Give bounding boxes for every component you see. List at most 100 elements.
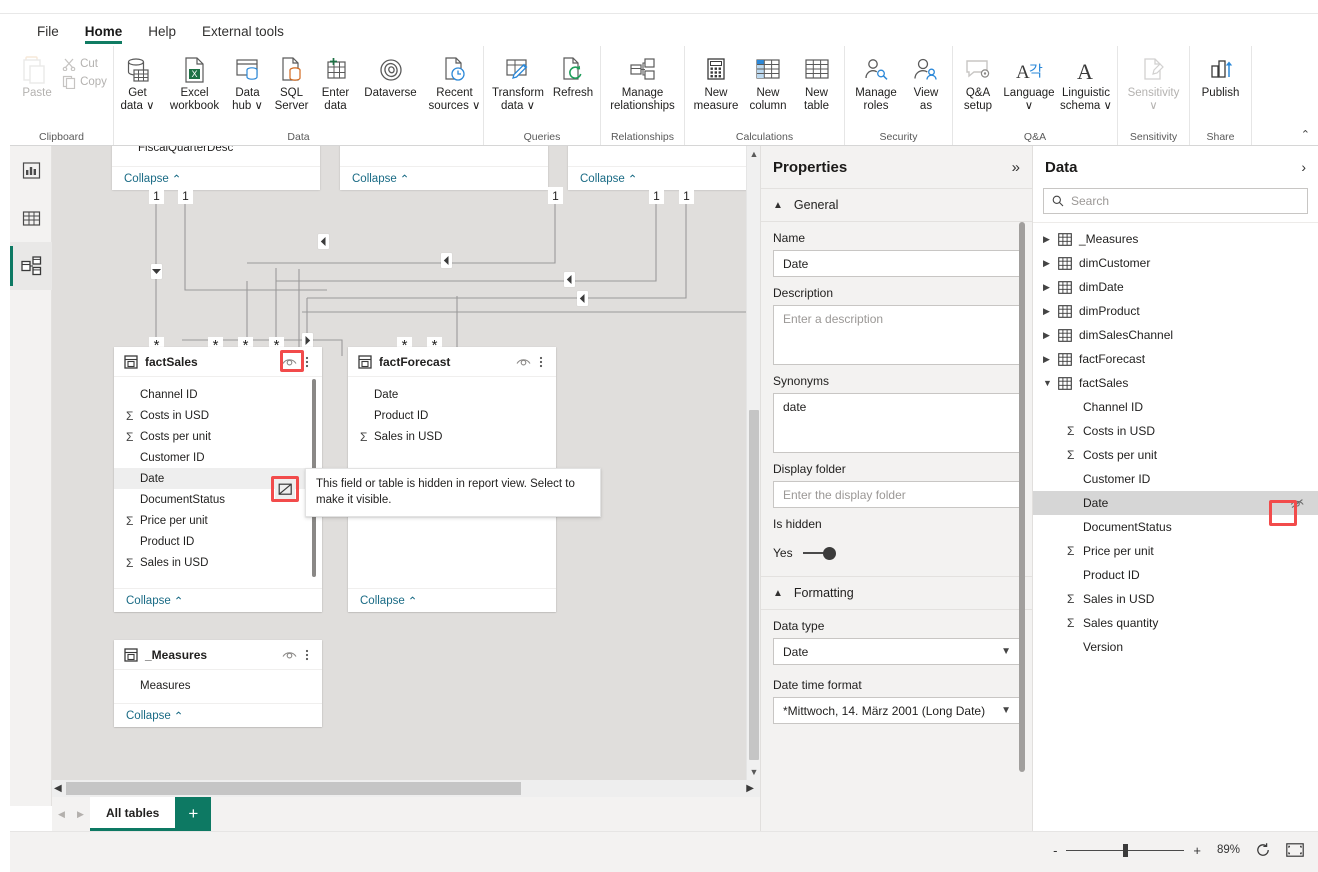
chevron-right-icon[interactable]: ▶: [1043, 282, 1058, 293]
ribbon-tab-home[interactable]: Home: [72, 20, 136, 46]
linguistic-schema-button[interactable]: A Linguistic schema ∨: [1057, 51, 1115, 113]
enter-data-button[interactable]: Enter data: [314, 51, 358, 113]
field-row[interactable]: Measures: [114, 675, 322, 696]
paste-button[interactable]: Paste: [14, 51, 60, 100]
data-table-dimdate[interactable]: ▶ dimDate: [1033, 275, 1318, 299]
transform-data-button[interactable]: Transform data ∨: [487, 51, 549, 113]
data-field-row[interactable]: Σ Costs per unit: [1033, 443, 1318, 467]
new-column-button[interactable]: New column: [743, 51, 794, 113]
canvas-scroll-up-arrow[interactable]: ▲: [747, 146, 761, 162]
refresh-button[interactable]: Refresh: [549, 51, 597, 100]
input-display-folder[interactable]: Enter the display folder: [773, 481, 1021, 508]
chevron-right-icon[interactable]: ▶: [1043, 354, 1058, 365]
is-hidden-toggle[interactable]: [802, 546, 836, 560]
factsales-hidden-eye-icon[interactable]: [280, 356, 298, 368]
table-card-measures[interactable]: _Measures Measures Collapse ⌃: [114, 640, 322, 727]
canvas-scroll-down-arrow[interactable]: ▼: [747, 764, 761, 780]
qa-setup-button[interactable]: Q&A setup: [955, 51, 1001, 113]
canvas-vertical-scrollbar[interactable]: ▲ ▼: [746, 146, 760, 780]
fit-to-screen-icon[interactable]: [1286, 843, 1304, 857]
ribbon-tab-help[interactable]: Help: [135, 20, 189, 46]
collapse-link-2[interactable]: Collapse ⌃: [340, 166, 548, 190]
rail-model-view[interactable]: [10, 242, 52, 290]
sensitivity-button[interactable]: Sensitivity ∨: [1123, 51, 1185, 113]
tab-all-tables[interactable]: All tables: [90, 797, 176, 831]
data-field-row[interactable]: DocumentStatus: [1033, 515, 1318, 539]
ribbon-tab-external-tools[interactable]: External tools: [189, 20, 297, 46]
table-card-partial-1[interactable]: FiscalQuarterDesc Collapse ⌃: [112, 146, 320, 190]
input-description[interactable]: Enter a description: [773, 305, 1021, 365]
zoom-out-button[interactable]: -: [1053, 843, 1057, 858]
get-data-button[interactable]: Get data ∨: [112, 51, 164, 113]
date-field-hidden-eye-icon[interactable]: [275, 479, 295, 499]
data-table-measures[interactable]: ▶ _Measures: [1033, 227, 1318, 251]
reset-zoom-icon[interactable]: [1255, 842, 1271, 858]
copy-button[interactable]: Copy: [60, 73, 109, 91]
dataverse-button[interactable]: Dataverse: [358, 51, 424, 100]
add-page-button[interactable]: +: [175, 797, 212, 831]
data-field-row[interactable]: Version: [1033, 635, 1318, 659]
properties-scrollbar[interactable]: [1019, 198, 1025, 823]
canvas-scroll-right-arrow[interactable]: ▶: [746, 783, 754, 794]
factsales-more-options-icon[interactable]: [298, 355, 316, 369]
factforecast-collapse[interactable]: Collapse ⌃: [348, 588, 556, 612]
tab-next-arrow[interactable]: ▶: [71, 797, 90, 831]
properties-section-general[interactable]: ▲ General: [761, 188, 1033, 222]
data-table-dimcustomer[interactable]: ▶ dimCustomer: [1033, 251, 1318, 275]
manage-relationships-button[interactable]: Manage relationships: [605, 51, 681, 113]
factsales-collapse[interactable]: Collapse ⌃: [114, 588, 322, 612]
is-hidden-toggle-row[interactable]: Yes: [761, 540, 1033, 560]
ribbon-tab-file[interactable]: File: [24, 20, 72, 46]
factforecast-hidden-eye-icon[interactable]: [514, 356, 532, 368]
rail-table-view[interactable]: [10, 194, 52, 242]
data-field-row[interactable]: Σ Price per unit: [1033, 539, 1318, 563]
field-row[interactable]: Channel ID: [114, 384, 322, 405]
data-field-row[interactable]: Customer ID: [1033, 467, 1318, 491]
properties-section-formatting[interactable]: ▲ Formatting: [761, 576, 1033, 610]
select-date-format[interactable]: *Mittwoch, 14. März 2001 (Long Date) ▼: [773, 697, 1021, 724]
data-table-factsales[interactable]: ▼ factSales: [1033, 371, 1318, 395]
measures-header[interactable]: _Measures: [114, 640, 322, 670]
canvas-horizontal-scrollbar[interactable]: ◀ ▶: [52, 780, 760, 797]
excel-workbook-button[interactable]: X Excel workbook: [164, 51, 226, 113]
zoom-slider[interactable]: [1066, 843, 1185, 857]
data-field-row[interactable]: Σ Sales quantity: [1033, 611, 1318, 635]
data-field-row[interactable]: Product ID: [1033, 563, 1318, 587]
collapse-link-1[interactable]: Collapse ⌃: [112, 166, 320, 190]
publish-button[interactable]: Publish: [1194, 51, 1248, 100]
select-data-type[interactable]: Date ▼: [773, 638, 1021, 665]
measures-hidden-eye-icon[interactable]: [280, 649, 298, 661]
zoom-in-button[interactable]: +: [1193, 843, 1201, 858]
data-table-dimproduct[interactable]: ▶ dimProduct: [1033, 299, 1318, 323]
factforecast-more-options-icon[interactable]: [532, 355, 550, 369]
canvas-scroll-left-arrow[interactable]: ◀: [54, 783, 62, 794]
recent-sources-button[interactable]: Recent sources ∨: [424, 51, 486, 113]
view-as-button[interactable]: View as: [904, 51, 949, 113]
rail-report-view[interactable]: [10, 146, 52, 194]
properties-collapse-button[interactable]: »: [1012, 159, 1020, 176]
measures-more-options-icon[interactable]: [298, 648, 316, 662]
canvas-hscroll-thumb[interactable]: [66, 782, 521, 795]
field-row[interactable]: Σ Costs per unit: [114, 426, 322, 447]
data-hub-button[interactable]: Data hub ∨: [226, 51, 270, 113]
new-table-button[interactable]: New table: [794, 51, 840, 113]
chevron-right-icon[interactable]: ▶: [1043, 258, 1058, 269]
zoom-thumb[interactable]: [1123, 843, 1129, 857]
measures-collapse[interactable]: Collapse ⌃: [114, 703, 322, 727]
input-name[interactable]: Date: [773, 250, 1021, 277]
properties-scroll-thumb[interactable]: [1019, 222, 1025, 772]
data-pane-collapse-button[interactable]: ›: [1301, 159, 1306, 175]
field-row[interactable]: Σ Sales in USD: [114, 552, 322, 573]
ribbon-collapse-button[interactable]: ⌃: [1301, 128, 1310, 141]
new-measure-button[interactable]: New measure: [690, 51, 743, 113]
data-field-row[interactable]: Σ Sales in USD: [1033, 587, 1318, 611]
data-field-row-date-selected[interactable]: Date: [1033, 491, 1318, 515]
field-row[interactable]: Σ Price per unit: [114, 510, 322, 531]
chevron-right-icon[interactable]: ▶: [1043, 306, 1058, 317]
factsales-header[interactable]: factSales: [114, 347, 322, 377]
factforecast-header[interactable]: factForecast: [348, 347, 556, 377]
sql-server-button[interactable]: SQL Server: [270, 51, 314, 113]
field-row[interactable]: Σ Sales in USD: [348, 426, 556, 447]
chevron-right-icon[interactable]: ▶: [1043, 330, 1058, 341]
data-field-row[interactable]: Channel ID: [1033, 395, 1318, 419]
